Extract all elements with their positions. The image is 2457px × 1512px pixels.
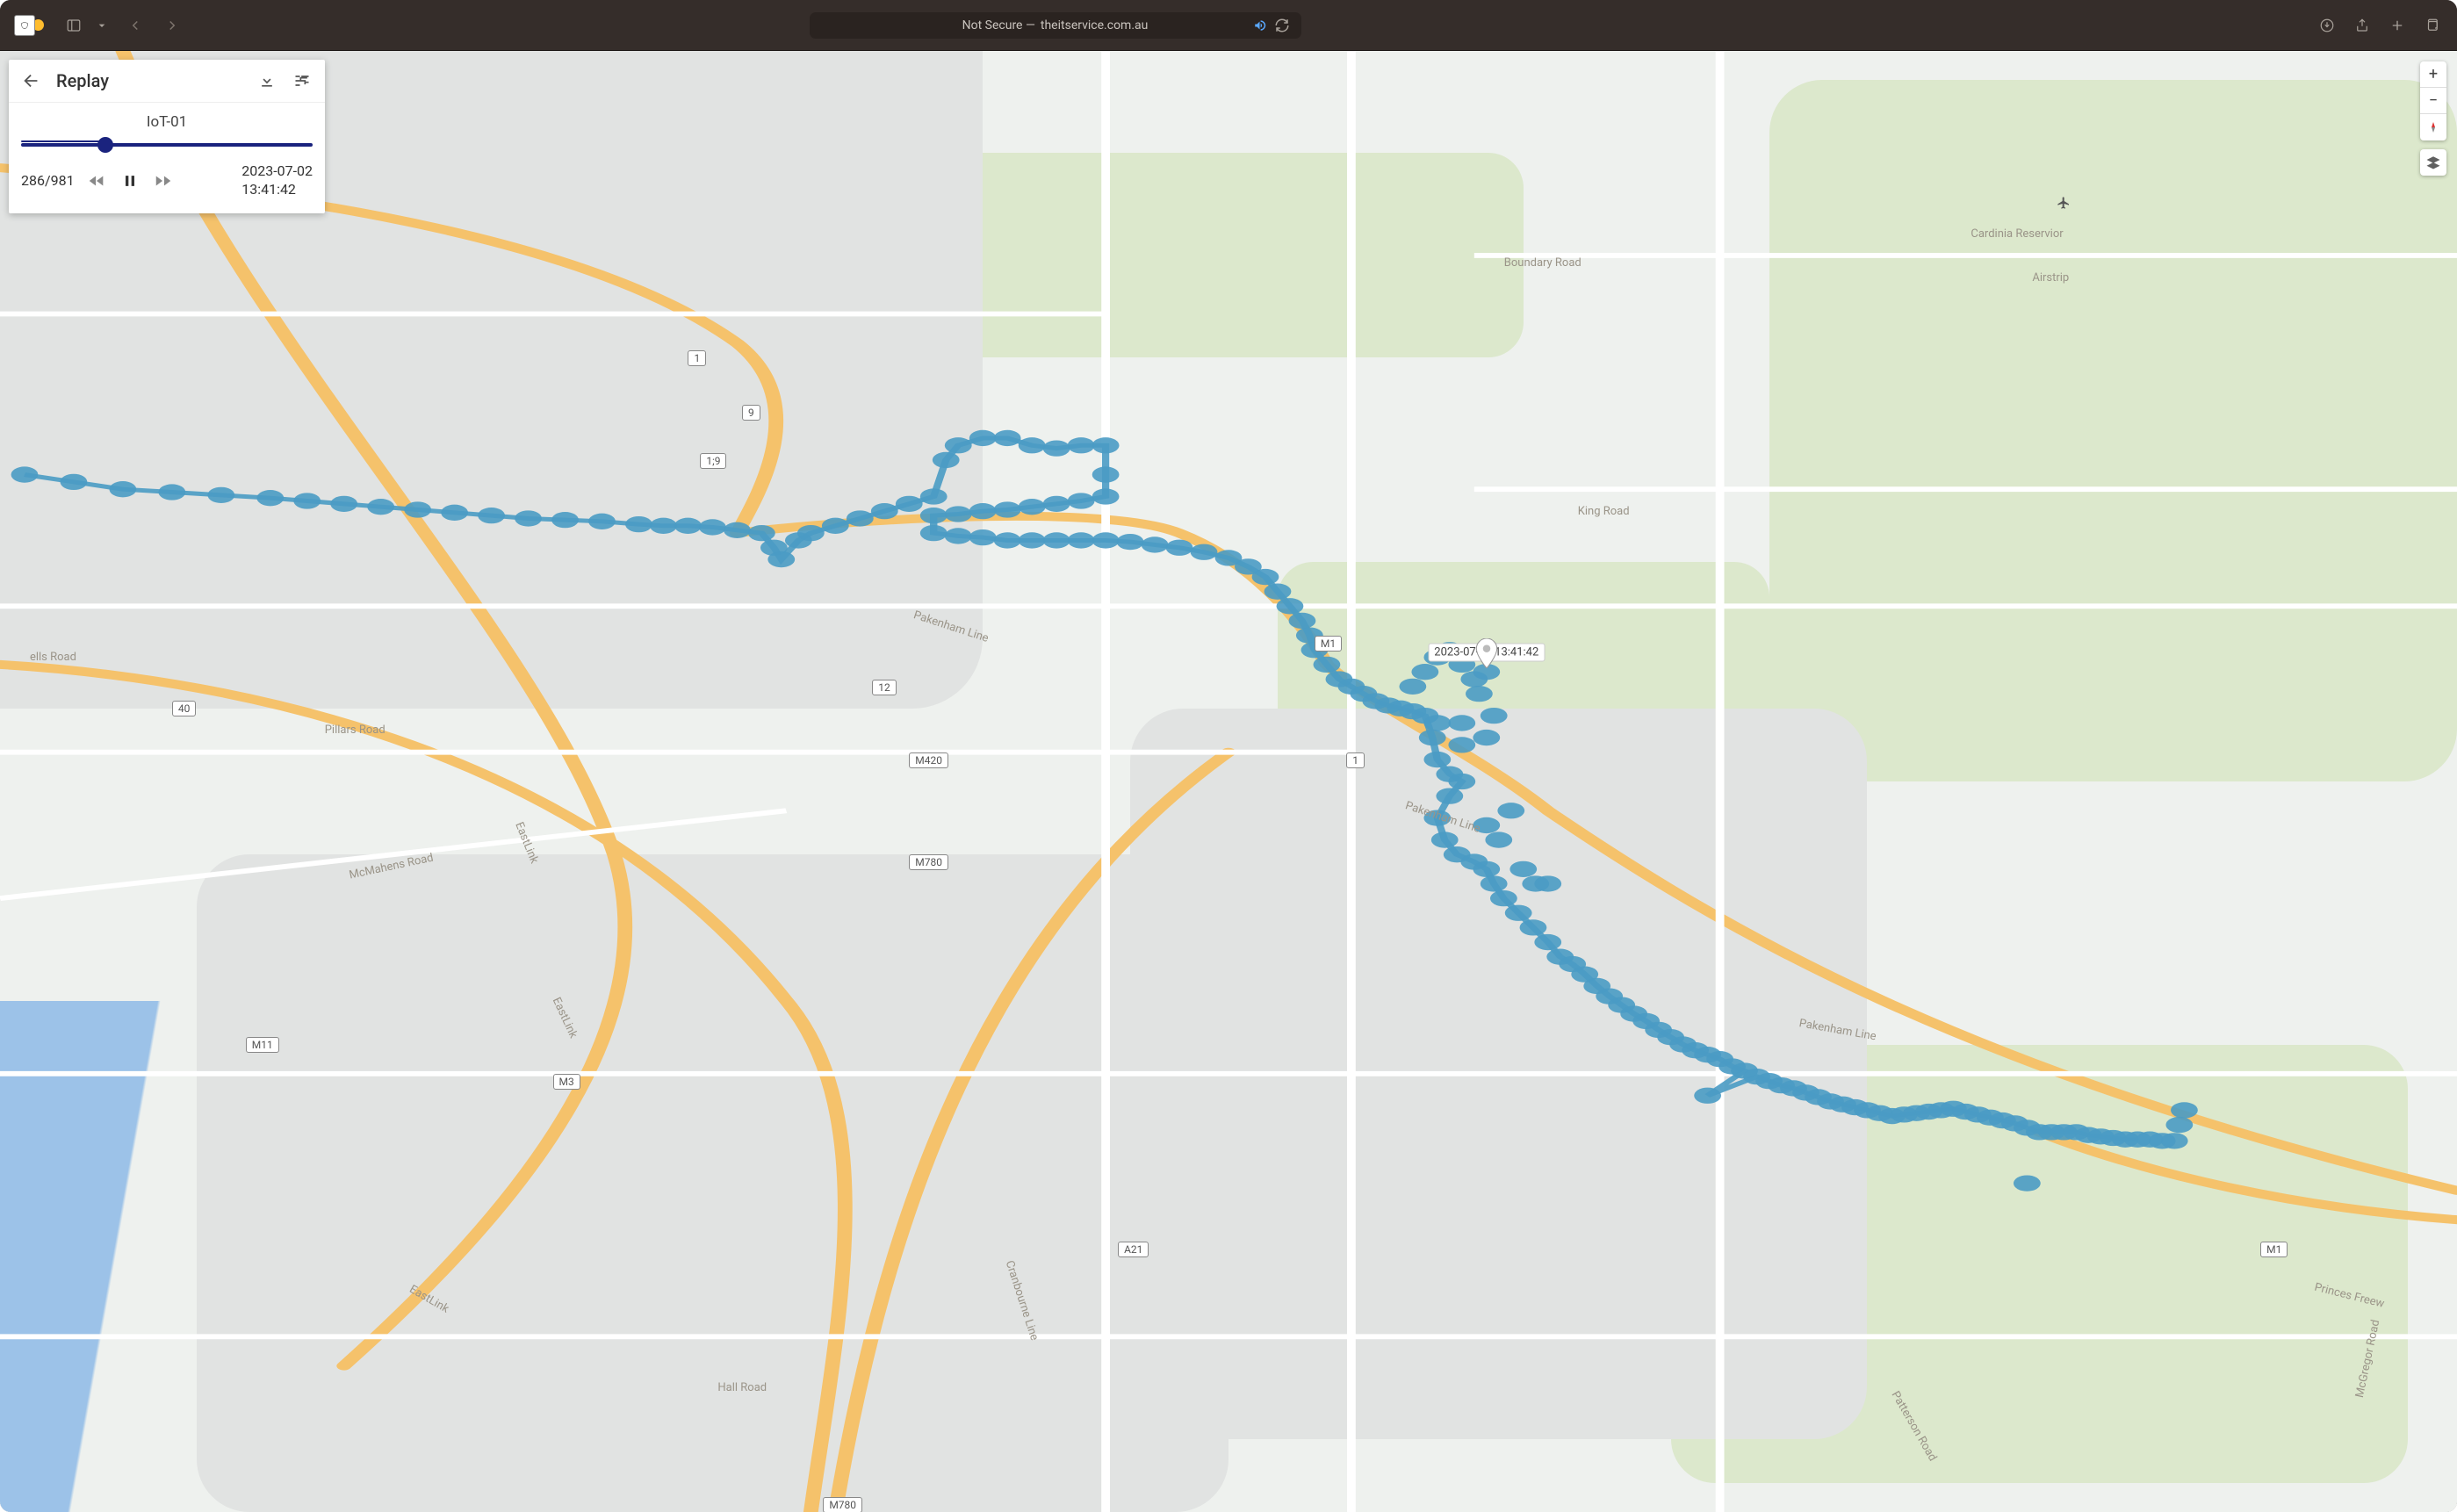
privacy-shield-icon[interactable]: [14, 15, 35, 36]
road-shield: A21: [1118, 1242, 1149, 1257]
replay-back-button[interactable]: [21, 70, 42, 91]
road-shield: 1: [688, 350, 706, 366]
nav-forward-button[interactable]: [162, 15, 183, 36]
share-button[interactable]: [2352, 15, 2373, 36]
replay-panel: Replay IoT-01 286/981: [9, 60, 325, 213]
road-shield: M420: [909, 752, 948, 768]
road-label: Boundary Road: [1499, 256, 1587, 270]
airport-icon: [2057, 196, 2071, 213]
road-shield: M3: [553, 1074, 580, 1090]
road-label: King Road: [1573, 504, 1635, 519]
road-label: Hall Road: [712, 1380, 772, 1395]
frame-counter: 286/981: [21, 172, 75, 189]
current-position-marker[interactable]: [1475, 638, 1498, 672]
downloads-button[interactable]: [2316, 15, 2338, 36]
audio-indicator-icon[interactable]: [1250, 15, 1272, 36]
road-shield: 1: [1346, 752, 1365, 768]
playback-timestamp: 2023-07-02 13:41:42: [241, 162, 313, 199]
road-layer: [0, 51, 2457, 1512]
panel-title: Replay: [56, 70, 242, 91]
url-host: theitservice.com.au: [1041, 18, 1148, 32]
road-shield: M780: [909, 854, 948, 870]
device-name: IoT-01: [21, 113, 313, 131]
road-label: Pillars Road: [320, 723, 391, 738]
fast-forward-button[interactable]: [152, 169, 175, 192]
map-viewport[interactable]: 191;912M420M78040M11M3A21M780M1M11 Bound…: [0, 51, 2457, 1512]
address-bar[interactable]: Not Secure — theitservice.com.au: [810, 12, 1301, 39]
road-shield: 12: [872, 680, 897, 695]
map-controls: + −: [2420, 61, 2446, 176]
new-tab-button[interactable]: [2387, 15, 2408, 36]
road-label: ells Road: [25, 650, 82, 665]
zoom-out-button[interactable]: −: [2420, 88, 2446, 114]
tab-dropdown-button[interactable]: [95, 15, 109, 36]
road-shield: M11: [246, 1037, 279, 1053]
settings-tune-button[interactable]: [292, 70, 313, 91]
rewind-button[interactable]: [85, 169, 108, 192]
road-shield: M1: [2260, 1242, 2288, 1257]
download-button[interactable]: [256, 70, 277, 91]
sidebar-toggle-button[interactable]: [63, 15, 84, 36]
browser-titlebar: Not Secure — theitservice.com.au: [0, 0, 2457, 51]
layers-button[interactable]: [2420, 149, 2446, 176]
nav-back-button[interactable]: [125, 15, 146, 36]
compass-button[interactable]: [2420, 114, 2446, 140]
pause-button[interactable]: [119, 169, 141, 192]
road-shield: 9: [742, 405, 760, 421]
road-shield: 1;9: [700, 453, 726, 469]
zoom-in-button[interactable]: +: [2420, 61, 2446, 88]
slider-thumb[interactable]: [97, 137, 113, 153]
tab-overview-button[interactable]: [2422, 15, 2443, 36]
road-label: Airstrip: [2027, 270, 2074, 285]
road-shield: M780: [823, 1497, 862, 1512]
replay-slider[interactable]: [21, 136, 313, 154]
road-label: Cardinia Reservior: [1965, 227, 2068, 241]
security-status: Not Secure —: [962, 18, 1035, 32]
road-shield: M1: [1315, 636, 1342, 652]
road-shield: 40: [172, 701, 197, 716]
reload-button[interactable]: [1272, 15, 1293, 36]
